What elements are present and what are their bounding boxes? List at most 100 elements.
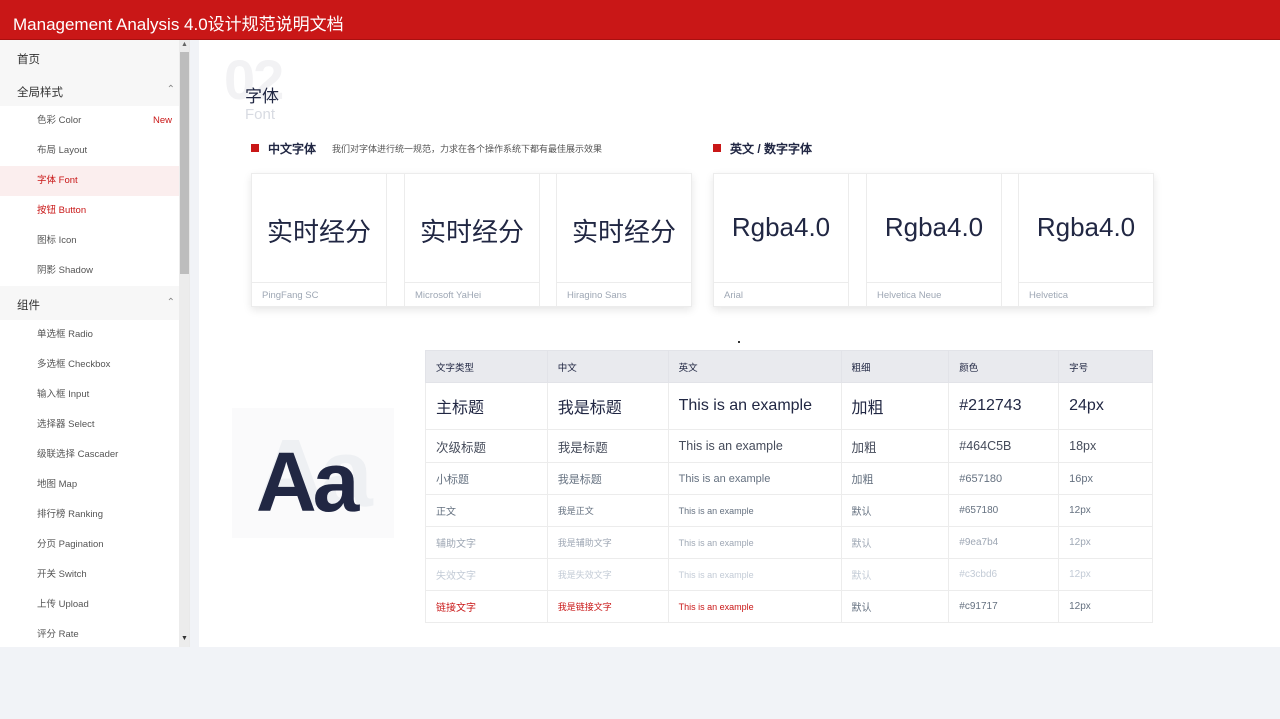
sidebar-item-map[interactable]: 地图 Map [0, 470, 179, 500]
font-sample: Rgba4.0 [731, 212, 831, 242]
sidebar-item-label: 地图 Map [37, 479, 78, 490]
table-cell: 12px [1058, 526, 1153, 559]
sidebar-item-label: 阴影 Shadow [37, 265, 93, 276]
table-cell: 我是正文 [546, 494, 669, 527]
typography-table: 文字类型 中文 英文 粗细 颜色 字号 主标题 我是标题 This is an … [425, 350, 1153, 623]
table-cell: #9ea7b4 [948, 526, 1060, 559]
aa-illustration: Aa Aa [232, 408, 394, 538]
sidebar-group-global[interactable]: 全局样式 ⌃ [0, 84, 179, 100]
sidebar-item-ranking[interactable]: 排行榜 Ranking [0, 500, 179, 530]
font-name: PingFang SC [262, 290, 319, 301]
table-cell: 18px [1058, 429, 1153, 463]
table-cell: 加粗 [840, 429, 950, 463]
table-header-row: 文字类型 中文 英文 粗细 颜色 字号 [425, 350, 1153, 383]
sidebar-item-select[interactable]: 选择器 Select [0, 410, 179, 440]
sidebar-item-input[interactable]: 输入框 Input [0, 380, 179, 410]
sidebar-item-checkbox[interactable]: 多选框 Checkbox [0, 350, 179, 380]
section-title: 字体 [245, 87, 279, 106]
sidebar-item-label: 级联选择 Cascader [37, 449, 119, 460]
sidebar-item-label: 评分 Rate [37, 629, 79, 640]
sidebar-item-pagination[interactable]: 分页 Pagination [0, 530, 179, 560]
sidebar-item-label: 按钮 Button [37, 205, 87, 216]
table-cell: This is an example [667, 526, 842, 559]
table-cell: 我是标题 [546, 382, 669, 430]
font-card: 实时经分 PingFang SC [252, 174, 387, 306]
sidebar-item-button[interactable]: 按钮 Button [0, 196, 179, 226]
table-cell: 次级标题 [425, 429, 548, 463]
table-header: 颜色 [948, 350, 1060, 383]
table-cell: 默认 [840, 526, 950, 559]
components-submenu: 单选框 Radio 多选框 Checkbox 输入框 Input 选择器 Sel… [0, 320, 179, 647]
sidebar-item-label: 图标 Icon [37, 235, 77, 246]
global-submenu: 色彩 Color New 布局 Layout 字体 Font 按钮 Button… [0, 106, 179, 286]
scrollbar-thumb[interactable] [180, 52, 189, 274]
sidebar-item-label: 上传 Upload [37, 599, 89, 610]
table-cell: 默认 [840, 590, 950, 623]
sidebar-item-shadow[interactable]: 阴影 Shadow [0, 256, 179, 286]
table-cell: 加粗 [840, 382, 950, 430]
red-square-icon [713, 144, 721, 152]
card-gap [849, 174, 867, 306]
sidebar-scrollbar[interactable]: ▲ ▼ [179, 40, 189, 647]
table-cell: 我是标题 [546, 462, 669, 495]
decorative-dot [738, 341, 740, 343]
font-sample: 实时经分 [266, 217, 371, 247]
table-row: 失效文字 我是失效文字 This is an example 默认 #c3cbd… [425, 558, 1153, 591]
sidebar-item-layout[interactable]: 布局 Layout [0, 136, 179, 166]
table-cell: 24px [1058, 382, 1153, 430]
table-cell: 默认 [840, 558, 950, 591]
table-cell: 我是辅助文字 [546, 526, 669, 559]
table-cell: This is an example [667, 462, 842, 495]
table-cell: #212743 [948, 382, 1060, 430]
table-cell: This is an example [667, 382, 842, 430]
table-cell: #c3cbd6 [948, 558, 1060, 591]
font-name: Hiragino Sans [567, 290, 627, 301]
sidebar-group-label: 全局样式 [17, 87, 63, 99]
table-cell: 12px [1058, 590, 1153, 623]
sidebar-item-label: 首页 [17, 54, 40, 66]
table-cell: 16px [1058, 462, 1153, 495]
table-row: 次级标题 我是标题 This is an example 加粗 #464C5B … [425, 429, 1153, 463]
sidebar-item-label: 字体 Font [37, 175, 78, 186]
sidebar-item-label: 排行榜 Ranking [37, 509, 103, 520]
sidebar-item-font[interactable]: 字体 Font [0, 166, 179, 196]
sidebar-item-label: 多选框 Checkbox [37, 359, 111, 370]
app-title: Management Analysis 4.0设计规范说明文档 [13, 15, 344, 34]
table-cell: This is an example [667, 494, 842, 527]
sidebar-item-color[interactable]: 色彩 Color New [0, 106, 179, 136]
chinese-font-heading: 中文字体 我们对字体进行统一规范，力求在各个操作系统下都有最佳展示效果 [251, 140, 671, 156]
table-cell: This is an example [667, 558, 842, 591]
table-cell: 加粗 [840, 462, 950, 495]
table-cell: 主标题 [425, 382, 548, 430]
sidebar-group-components[interactable]: 组件 ⌃ [0, 297, 179, 313]
chinese-font-cards: 实时经分 PingFang SC 实时经分 Microsoft YaHei 实时… [251, 173, 692, 307]
chinese-font-description: 我们对字体进行统一规范，力求在各个操作系统下都有最佳展示效果 [332, 144, 603, 154]
sidebar-item-label: 色彩 Color [37, 115, 82, 126]
sidebar-item-rate[interactable]: 评分 Rate [0, 620, 179, 647]
chevron-up-icon: ⌃ [166, 84, 175, 95]
scroll-down-arrow-icon[interactable]: ▼ [181, 635, 188, 642]
font-card: Rgba4.0 Helvetica [1019, 174, 1153, 306]
sidebar-item-cascader[interactable]: 级联选择 Cascader [0, 440, 179, 470]
sidebar-item-label: 布局 Layout [37, 145, 88, 156]
font-name: Helvetica [1029, 290, 1069, 301]
sidebar-item-home[interactable]: 首页 [0, 51, 179, 67]
sidebar-item-upload[interactable]: 上传 Upload [0, 590, 179, 620]
font-card: 实时经分 Microsoft YaHei [405, 174, 540, 306]
top-bar: Management Analysis 4.0设计规范说明文档 [0, 0, 1280, 40]
table-cell: 失效文字 [425, 558, 548, 591]
table-cell: 辅助文字 [425, 526, 548, 559]
sidebar-item-switch[interactable]: 开关 Switch [0, 560, 179, 590]
scroll-up-arrow-icon[interactable]: ▲ [181, 41, 188, 48]
table-cell: 12px [1058, 558, 1153, 591]
table-cell: 小标题 [425, 462, 548, 495]
sidebar-item-icon[interactable]: 图标 Icon [0, 226, 179, 256]
table-cell: #657180 [948, 494, 1060, 527]
english-font-cards: Rgba4.0 Arial Rgba4.0 Helvetica Neue Rgb… [713, 173, 1154, 307]
font-sample: Rgba4.0 [1036, 212, 1136, 242]
font-name: Arial [724, 290, 744, 301]
sidebar-item-radio[interactable]: 单选框 Radio [0, 320, 179, 350]
table-row: 正文 我是正文 This is an example 默认 #657180 12… [425, 494, 1153, 527]
table-cell: This is an example [667, 429, 842, 463]
sidebar-item-label: 选择器 Select [37, 419, 95, 430]
